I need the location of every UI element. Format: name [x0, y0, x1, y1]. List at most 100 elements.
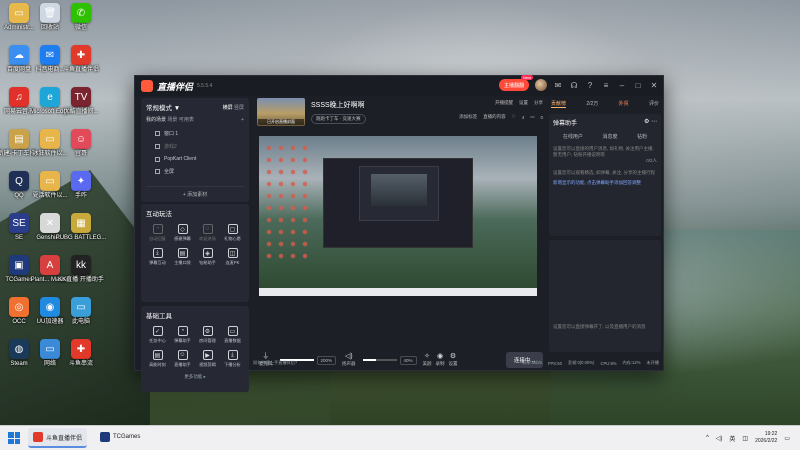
desktop-icon-label: 手咋 [74, 193, 87, 199]
promo-button[interactable]: 主播翻翻 New [498, 75, 533, 91]
feature-button[interactable]: ✓ 任务中心 [145, 326, 170, 344]
feature-button[interactable]: ▭ 直播数据 [220, 326, 245, 344]
feature-label: 高能时刻 [149, 362, 166, 367]
cover-thumbnail[interactable]: 已开启直播封面 [257, 98, 305, 126]
clock[interactable]: 19:22 2026/2/22 [755, 431, 777, 445]
tab-contribution[interactable]: 贡献榜 [551, 100, 567, 108]
desktop-icon[interactable]: TV 优酷直播间... [63, 87, 99, 116]
feature-button[interactable]: ◔ 自动回复 [145, 224, 170, 242]
room-title[interactable]: SSSS晚上好啊啊 [311, 100, 365, 110]
feature-button[interactable]: ▤ 主播口袋 [170, 248, 195, 266]
app-icon: ▭ [40, 339, 60, 359]
more-features-link[interactable]: 更多功能 ▸ [141, 374, 249, 380]
input-language[interactable]: 英 [729, 434, 735, 443]
desktop-icon[interactable]: ✦ 手咋 [63, 171, 99, 200]
close-icon[interactable]: ✕ [649, 81, 659, 90]
taskbar-app-douyu[interactable]: 斗鱼直播伴侣 [28, 428, 88, 448]
feature-button[interactable]: ⚙ 房间管理 [195, 326, 220, 344]
volume-icon[interactable]: ◁) [716, 435, 723, 442]
message-icon[interactable]: ✉ [553, 81, 563, 90]
desktop-icon-label: 优酷直播间... [63, 109, 99, 115]
taskbar-app-label: 斗鱼直播伴侣 [46, 435, 83, 442]
desktop-icon[interactable]: kk KK直播 开播助手 [58, 255, 104, 284]
chevron-up-icon[interactable]: ^ [706, 435, 709, 441]
cover-caption: 已开启直播封面 [258, 119, 304, 125]
tab-review[interactable]: 评价 [649, 100, 659, 108]
category-chip[interactable]: 跑跑卡丁车 · 竞速大赛 [311, 114, 366, 124]
tab-landscape[interactable]: 横屏 [223, 105, 233, 111]
feature-button[interactable]: ◈ 钻粉助手 [195, 248, 220, 266]
taskbar-app-tcgames[interactable]: TCGames [95, 428, 145, 448]
desktop-icon[interactable]: ▭ 此电脑 [63, 297, 99, 326]
desktop-icon[interactable]: ✚ 斗鱼直播伴侣 [63, 45, 99, 74]
minimize-icon[interactable]: – [617, 81, 627, 90]
helper-highlight[interactable]: 新增显示的功能, 点击弹幕助手添加回答调整 [553, 180, 657, 186]
mode-dropdown[interactable]: 常规模式 ▼ [146, 102, 180, 112]
feature-button[interactable]: ☺ 欢迎进场 [195, 224, 220, 242]
feature-button[interactable]: ▤ 高能时刻 [145, 350, 170, 368]
app-icon: ✚ [71, 45, 91, 65]
helper-tab-messages[interactable]: 消息度 [602, 133, 617, 140]
desktop-icon[interactable]: ✆ 微信 [63, 3, 99, 32]
helper-text-2: 设置您可以观看精选, 如弹幕, 关注, 分享的主播行程 [553, 170, 655, 175]
menu-icon[interactable]: ≡ [601, 81, 611, 90]
add-scene-icon[interactable]: + [241, 117, 244, 123]
helper-tab-online[interactable]: 在线用户 [563, 133, 583, 140]
tab-trade[interactable]: 外贸 [619, 100, 629, 108]
feature-label: 连麦PK [225, 260, 240, 265]
center-panel: 已开启直播封面 SSSS晚上好啊啊 跑跑卡丁车 · 竞速大赛 开播提醒 设置 分… [253, 98, 545, 370]
preview-taskbar [259, 288, 537, 296]
settings-button[interactable]: 设置 [519, 100, 528, 106]
network-icon[interactable]: ◫ [742, 435, 748, 442]
app-icon: ✕ [40, 213, 60, 233]
help-link[interactable]: 如何快速上手直播伴侣? [253, 360, 297, 366]
scenes-tab-available[interactable]: 可用表 [179, 117, 194, 123]
scene-label: 全屏 [164, 169, 175, 175]
preview-nested-window-2 [371, 174, 427, 206]
scene-item[interactable]: 全屏 [141, 165, 249, 178]
helper-settings-icon[interactable]: ⚙ ⋯ [644, 118, 657, 127]
feature-button[interactable]: ▶ 视频剪辑 [195, 350, 220, 368]
feature-button[interactable]: ⤓ 下播分析 [220, 350, 245, 368]
helper-tab-diamond[interactable]: 钻粉 [637, 133, 647, 140]
user-avatar[interactable] [535, 79, 547, 91]
help-icon[interactable]: ? [585, 81, 595, 90]
scenes-tab-scene[interactable]: 场景 [167, 117, 177, 123]
window-titlebar[interactable]: 直播伴侣 5.5.5.4 主播翻翻 New ✉ ☊ ? ≡ – □ ✕ [135, 75, 663, 96]
feature-button[interactable]: ◔ 弹幕助手 [170, 326, 195, 344]
notification-icon[interactable]: ▭ [784, 435, 790, 442]
add-material-button[interactable]: + 添加素材 [146, 186, 244, 198]
desktop-icon[interactable]: ✚ 斗鱼串流 [63, 339, 99, 368]
feature-button[interactable]: ⤓ 弹幕互动 [145, 248, 170, 266]
scenes-header-row: 我的场景 场景 可用表 + [141, 116, 249, 127]
live-content-button[interactable]: 直播的内容 [483, 114, 506, 120]
add-tag-button[interactable]: 添加标签 [459, 114, 477, 120]
share-button[interactable]: 分享 [534, 100, 543, 106]
feature-button[interactable]: ◇ 感谢弹幕 [170, 224, 195, 242]
notify-button[interactable]: 开播提醒 [495, 100, 513, 106]
window-icon [155, 131, 160, 136]
desktop-icon[interactable]: ☺ 宫哥 [63, 129, 99, 158]
scene-item[interactable]: 窗口 1 [141, 127, 249, 140]
stream-preview[interactable] [259, 136, 537, 296]
app-icon: ☁ [9, 45, 29, 65]
app-icon: ✆ [71, 3, 91, 23]
tab-fans[interactable]: 2/2万 [586, 100, 598, 108]
feature-label: 直播助手 [174, 362, 191, 367]
feature-button[interactable]: ☺ 直播助手 [170, 350, 195, 368]
taskbar-app-label: TCGames [113, 434, 141, 440]
scene-item[interactable]: PopKart Client [141, 153, 249, 165]
tools-grid: ✓ 任务中心 ◔ 弹幕助手 ⚙ 房间管理 ▭ 直播数据 ▤ 高能时刻 ☺ 直播助手 ▶ 视频剪辑 ⤓ 下播分析 [141, 324, 249, 370]
maximize-icon[interactable]: □ [633, 81, 643, 90]
tab-portrait[interactable]: 竖屏 [234, 105, 244, 111]
start-button[interactable] [8, 432, 20, 444]
interact-grid: ◔ 自动回复 ◇ 感谢弹幕 ☺ 欢迎进场 ▢ 礼物心愿 ⤓ 弹幕互动 ▤ 主播口袋 ◈ 钻粉助手 ◫ 连麦PK [141, 222, 249, 268]
feature-button[interactable]: ◫ 连麦PK [220, 248, 245, 266]
stat-cpu: CPU:8% [600, 360, 617, 366]
app-icon: ▭ [40, 171, 60, 191]
desktop-icon[interactable]: ▦ PUBG BATTLEG... [56, 213, 106, 242]
clock-time: 19:22 [764, 431, 778, 437]
scene-item[interactable]: 游戏2 [141, 140, 249, 153]
feature-button[interactable]: ▢ 礼物心愿 [220, 224, 245, 242]
headset-icon[interactable]: ☊ [569, 81, 579, 90]
